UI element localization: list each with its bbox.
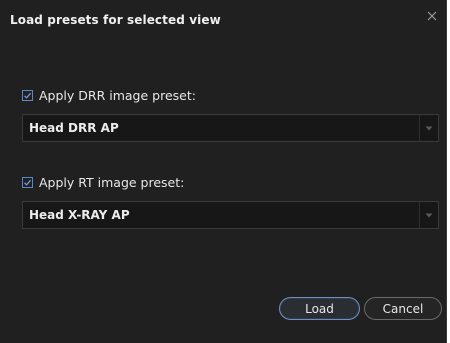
drr-dropdown-button[interactable] bbox=[419, 115, 438, 141]
drr-preset-row: Apply DRR image preset: bbox=[22, 87, 196, 103]
drr-preset-value: Head DRR AP bbox=[29, 121, 119, 135]
rt-preset-label: Apply RT image preset: bbox=[39, 174, 185, 190]
load-presets-dialog: Load presets for selected view Apply DRR… bbox=[0, 0, 447, 343]
cancel-button[interactable]: Cancel bbox=[364, 297, 442, 320]
check-icon bbox=[24, 179, 32, 186]
chevron-down-icon bbox=[425, 126, 433, 130]
check-icon bbox=[24, 92, 32, 99]
chevron-down-icon bbox=[425, 213, 433, 217]
rt-preset-value: Head X-RAY AP bbox=[29, 208, 130, 222]
dialog-title: Load presets for selected view bbox=[10, 13, 221, 27]
rt-preset-dropdown[interactable]: Head X-RAY AP bbox=[22, 201, 439, 229]
rt-dropdown-button[interactable] bbox=[419, 202, 438, 228]
rt-preset-row: Apply RT image preset: bbox=[22, 174, 184, 190]
rt-preset-checkbox[interactable] bbox=[22, 176, 33, 188]
drr-preset-dropdown[interactable]: Head DRR AP bbox=[22, 114, 439, 142]
drr-preset-label: Apply DRR image preset: bbox=[39, 87, 196, 103]
drr-preset-checkbox[interactable] bbox=[22, 89, 33, 101]
load-button[interactable]: Load bbox=[279, 297, 360, 320]
close-icon[interactable] bbox=[424, 8, 440, 24]
